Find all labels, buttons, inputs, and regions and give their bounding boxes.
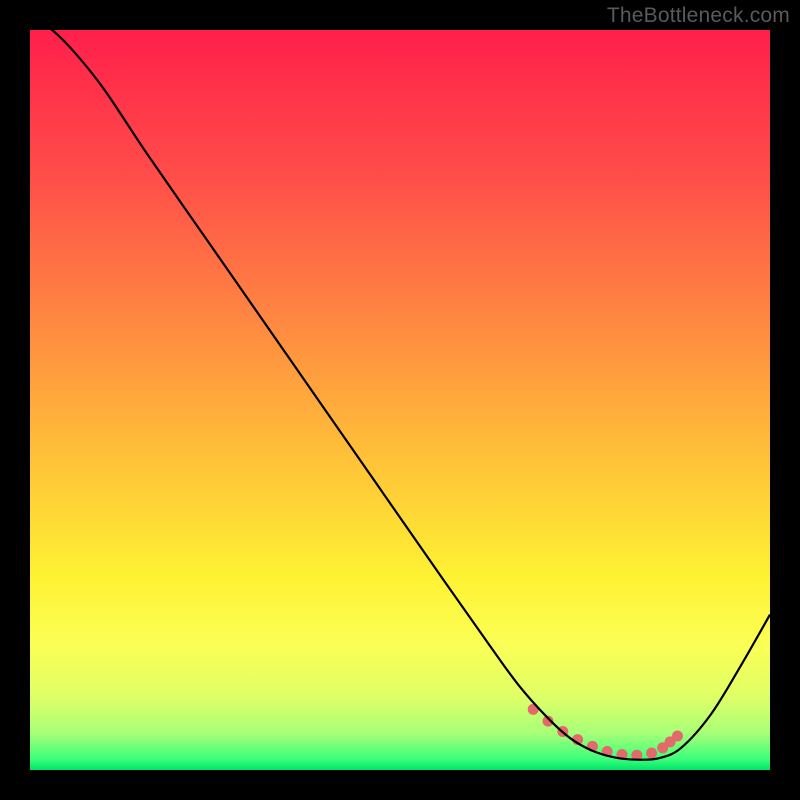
- bottleneck-curve: [30, 30, 770, 760]
- chart-svg: [30, 30, 770, 770]
- highlight-dot: [672, 730, 683, 741]
- chart-frame: TheBottleneck.com: [0, 0, 800, 800]
- watermark-text: TheBottleneck.com: [607, 4, 790, 28]
- highlight-dot: [646, 747, 657, 758]
- highlight-dots: [528, 704, 683, 761]
- plot-area: [30, 30, 770, 770]
